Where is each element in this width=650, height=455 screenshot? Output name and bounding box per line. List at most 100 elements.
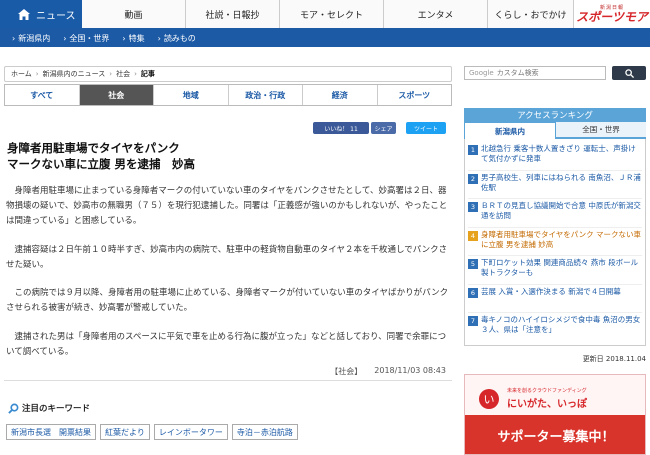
rank-headline: 身障者用駐車場でタイヤをパンク マークない車に立腹 男を逮捕 妙高 <box>481 229 642 249</box>
nav-more-select[interactable]: モア・セレクト <box>280 0 384 28</box>
rank-number: 4 <box>468 230 478 241</box>
keyword-chip[interactable]: 寺泊－赤泊航路 <box>231 424 298 440</box>
ranking-item[interactable]: 7 毒キノコのハイイロシメジで食中毒 魚沼の男女３人、県は「注意を」 <box>468 313 642 342</box>
breadcrumb-separator: › <box>109 70 113 78</box>
nav-news-home[interactable]: ニュース <box>0 0 82 28</box>
supporter-banner[interactable]: い 未来を創るクラウドファンディング にいがた、いっぽ サポーター募集中！ <box>464 374 646 455</box>
ranking-item[interactable]: 3 ＢＲＴの見直し協議開始で合意 中原氏が新潟交通を訪問 <box>468 199 642 228</box>
article-dateline: 【社会】 2018/11/03 08:43 <box>280 366 446 377</box>
nav-entertainment[interactable]: エンタメ <box>384 0 488 28</box>
nav-video[interactable]: 動画 <box>82 0 186 28</box>
breadcrumb-home[interactable]: ホーム <box>11 69 32 79</box>
rank-number: 2 <box>468 173 478 184</box>
ranking-updated: 更新日 2018.11.04 <box>582 355 646 363</box>
tab-economy[interactable]: 経済 <box>303 85 378 105</box>
rank-headline: ＢＲＴの見直し協議開始で合意 中原氏が新潟交通を訪問 <box>481 201 641 220</box>
logo-title: スポーツモア <box>576 9 648 24</box>
subnav-features[interactable]: › 特集 <box>118 33 153 44</box>
facebook-share-button[interactable]: シェア <box>371 122 396 134</box>
google-brand: Google <box>469 69 494 77</box>
article-paragraph: 身障者用駐車場に止まっている身障者マークの付いていない車のタイヤをパンクさせたと… <box>6 186 448 226</box>
keyword-chip[interactable]: 新潟市長選 開票結果 <box>6 424 96 440</box>
ranking-item[interactable]: 5 下町ロケット効果 関連商品続々 燕市 段ボール製トラクターも <box>468 256 642 285</box>
banner-tagline: 未来を創るクラウドファンディング <box>507 388 587 394</box>
facebook-like-button[interactable]: いいね！ 11 <box>313 122 369 134</box>
article-paragraph: 逮捕容疑は２日午前１０時半すぎ、妙高市内の病院で、駐車中の軽貨物自動車のタイヤ２… <box>6 245 448 270</box>
ranking-tab-world[interactable]: 全国・世界 <box>556 122 646 139</box>
breadcrumb-separator: › <box>35 70 39 78</box>
ranking-title: アクセスランキング <box>464 108 646 122</box>
breadcrumb-society[interactable]: 社会 <box>116 69 130 79</box>
search-icon <box>624 68 634 78</box>
share-label: シェア <box>374 125 393 133</box>
nav-news-label: ニュース <box>36 10 76 22</box>
breadcrumb: ホーム › 新潟県内のニュース › 社会 › 記事 <box>4 66 452 82</box>
subnav-label: 特集 <box>128 33 145 43</box>
chevron-right-icon: › <box>63 33 67 43</box>
tab-sports[interactable]: スポーツ <box>378 85 452 105</box>
tab-society[interactable]: 社会 <box>79 85 154 105</box>
tab-politics[interactable]: 政治・行政 <box>229 85 303 105</box>
tweet-label: ツイート <box>413 125 438 133</box>
banner-cta: サポーター募集中！ <box>465 415 645 454</box>
tab-region[interactable]: 地域 <box>154 85 229 105</box>
divider <box>4 380 452 381</box>
headline-line1: 身障者用駐車場でタイヤをパンク <box>7 141 180 155</box>
banner-logo-icon: い <box>479 389 499 409</box>
rank-number: 7 <box>468 316 478 326</box>
ranking-item-current[interactable]: 4 身障者用駐車場でタイヤをパンク マークない車に立腹 男を逮捕 妙高 <box>468 228 642 256</box>
ranking-item[interactable]: 6 芸展 入賞・入選作決まる 新潟で４日開幕 <box>468 285 642 313</box>
article-timestamp: 2018/11/03 08:43 <box>374 366 446 375</box>
chevron-right-icon: › <box>12 33 16 43</box>
keywords-title-text: 注目のキーワード <box>22 404 91 414</box>
rank-number: 6 <box>468 287 478 298</box>
top-nav: ニュース 動画 社説・日報抄 モア・セレクト エンタメ くらし・おでかけ 新潟日… <box>0 0 650 29</box>
article-paragraph: この病院では９月以降、身障者用の駐車場に止めている、身障者マークが付いていない車… <box>6 288 449 313</box>
breadcrumb-separator: › <box>134 70 137 78</box>
rank-number: 1 <box>468 145 478 155</box>
sub-nav: › 新潟県内 › 全国・世界 › 特集 › 読みもの <box>0 29 650 47</box>
ranking-list: 1 北越急行 乗客十数人置きざり 運転士、声掛けて気付かずに発車 2 男子高校生、列… <box>464 139 646 346</box>
keyword-chip[interactable]: 紅葉だより <box>100 424 150 440</box>
rank-headline: 毒キノコのハイイロシメジで食中毒 魚沼の男女３人、県は「注意を」 <box>481 315 641 334</box>
article-headline: 身障者用駐車場でタイヤをパンク マークない車に立腹 男を逮捕 妙高 <box>7 140 447 172</box>
tab-all[interactable]: すべて <box>5 85 80 105</box>
nav-editorial[interactable]: 社説・日報抄 <box>186 0 280 28</box>
breadcrumb-current: 記事 <box>140 70 155 78</box>
keywords-title: 注目のキーワード <box>8 402 90 414</box>
tweet-button[interactable]: ツイート <box>406 122 446 134</box>
rank-headline: 下町ロケット効果 関連商品続々 燕市 段ボール製トラクターも <box>481 258 639 277</box>
subnav-world[interactable]: › 全国・世界 <box>59 33 118 44</box>
sports-more-logo[interactable]: 新潟日報 スポーツモア <box>574 0 650 28</box>
rank-number: 3 <box>468 202 478 212</box>
chevron-right-icon: › <box>122 33 126 43</box>
keyword-list: 新潟市長選 開票結果 紅葉だより レインボータワー 寺泊－赤泊航路 <box>6 424 298 440</box>
article-category: 【社会】 <box>330 367 363 376</box>
banner-brand: にいがた、いっぽ <box>507 399 587 410</box>
house-icon <box>18 8 30 20</box>
rank-headline: 男子高校生、列車にはねられる 南魚沼、ＪＲ浦佐駅 <box>481 172 641 192</box>
nav-lifestyle[interactable]: くらし・おでかけ <box>488 0 574 28</box>
rank-number: 5 <box>468 259 478 269</box>
category-tabs: すべて 社会 地域 政治・行政 経済 スポーツ <box>4 84 452 106</box>
magnifier-icon <box>8 403 19 414</box>
headline-line2: マークない車に立腹 男を逮捕 妙高 <box>7 157 196 171</box>
subnav-label: 新潟県内 <box>18 33 51 43</box>
keyword-chip[interactable]: レインボータワー <box>153 424 228 440</box>
chevron-right-icon: › <box>157 33 161 43</box>
rank-headline: 芸展 入賞・入選作決まる 新潟で４日開幕 <box>481 286 621 296</box>
ranking-item[interactable]: 1 北越急行 乗客十数人置きざり 運転士、声掛けて気付かずに発車 <box>468 142 642 171</box>
search-button[interactable] <box>612 66 646 80</box>
subnav-reading[interactable]: › 読みもの <box>154 33 205 44</box>
like-label: いいね！ 11 <box>324 125 358 133</box>
subnav-niigata[interactable]: › 新潟県内 <box>8 33 59 44</box>
rank-headline: 北越急行 乗客十数人置きざり 運転士、声掛けて気付かずに発車 <box>481 144 636 163</box>
search-input[interactable]: Google カスタム検索 <box>464 66 606 80</box>
ranking-tabs: 新潟県内 全国・世界 <box>464 122 646 139</box>
ranking-item[interactable]: 2 男子高校生、列車にはねられる 南魚沼、ＪＲ浦佐駅 <box>468 171 642 199</box>
subnav-label: 読みもの <box>163 33 196 43</box>
breadcrumb-niigata-news[interactable]: 新潟県内のニュース <box>43 69 106 79</box>
subnav-label: 全国・世界 <box>69 33 110 43</box>
ranking-tab-niigata[interactable]: 新潟県内 <box>464 122 556 139</box>
article-paragraph: 逮捕された男は「身障者用のスペースに平気で車を止める行為に腹が立った」などと話し… <box>6 332 447 357</box>
